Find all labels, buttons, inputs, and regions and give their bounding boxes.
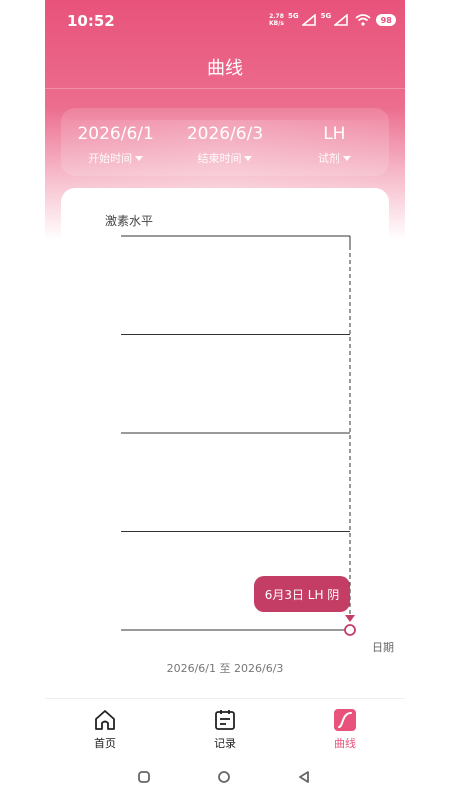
app-screen: 10:52 2.78 KB/s 5G 5G 98 曲线 2026/6/1 开始时… (45, 0, 405, 800)
nav-divider (45, 698, 405, 699)
back-icon[interactable] (298, 771, 310, 783)
recent-apps-icon[interactable] (138, 771, 150, 783)
hormone-chart (121, 235, 356, 636)
calendar-record-icon (215, 710, 235, 730)
data-point-tooltip: 6月3日 LH 阴 (254, 576, 350, 612)
nav-curve[interactable]: 曲线 (285, 700, 405, 752)
date-range-text: 2026/6/1 至 2026/6/3 (166, 662, 284, 675)
y-axis-title: 激素水平 (105, 214, 154, 228)
marker-arrow (345, 615, 355, 622)
nav-record-label: 记录 (214, 737, 236, 750)
nav-curve-label: 曲线 (334, 737, 356, 750)
system-nav-bar (45, 760, 405, 794)
curve-icon (334, 709, 356, 731)
nav-record[interactable]: 记录 (165, 700, 285, 752)
nav-home-label: 首页 (94, 737, 116, 750)
nav-home[interactable]: 首页 (45, 700, 165, 752)
bottom-nav: 首页 记录 曲线 (45, 700, 405, 752)
home-icon (95, 710, 115, 730)
home-button-icon[interactable] (218, 771, 230, 783)
x-axis-title: 日期 (372, 641, 394, 654)
data-point (344, 624, 356, 636)
